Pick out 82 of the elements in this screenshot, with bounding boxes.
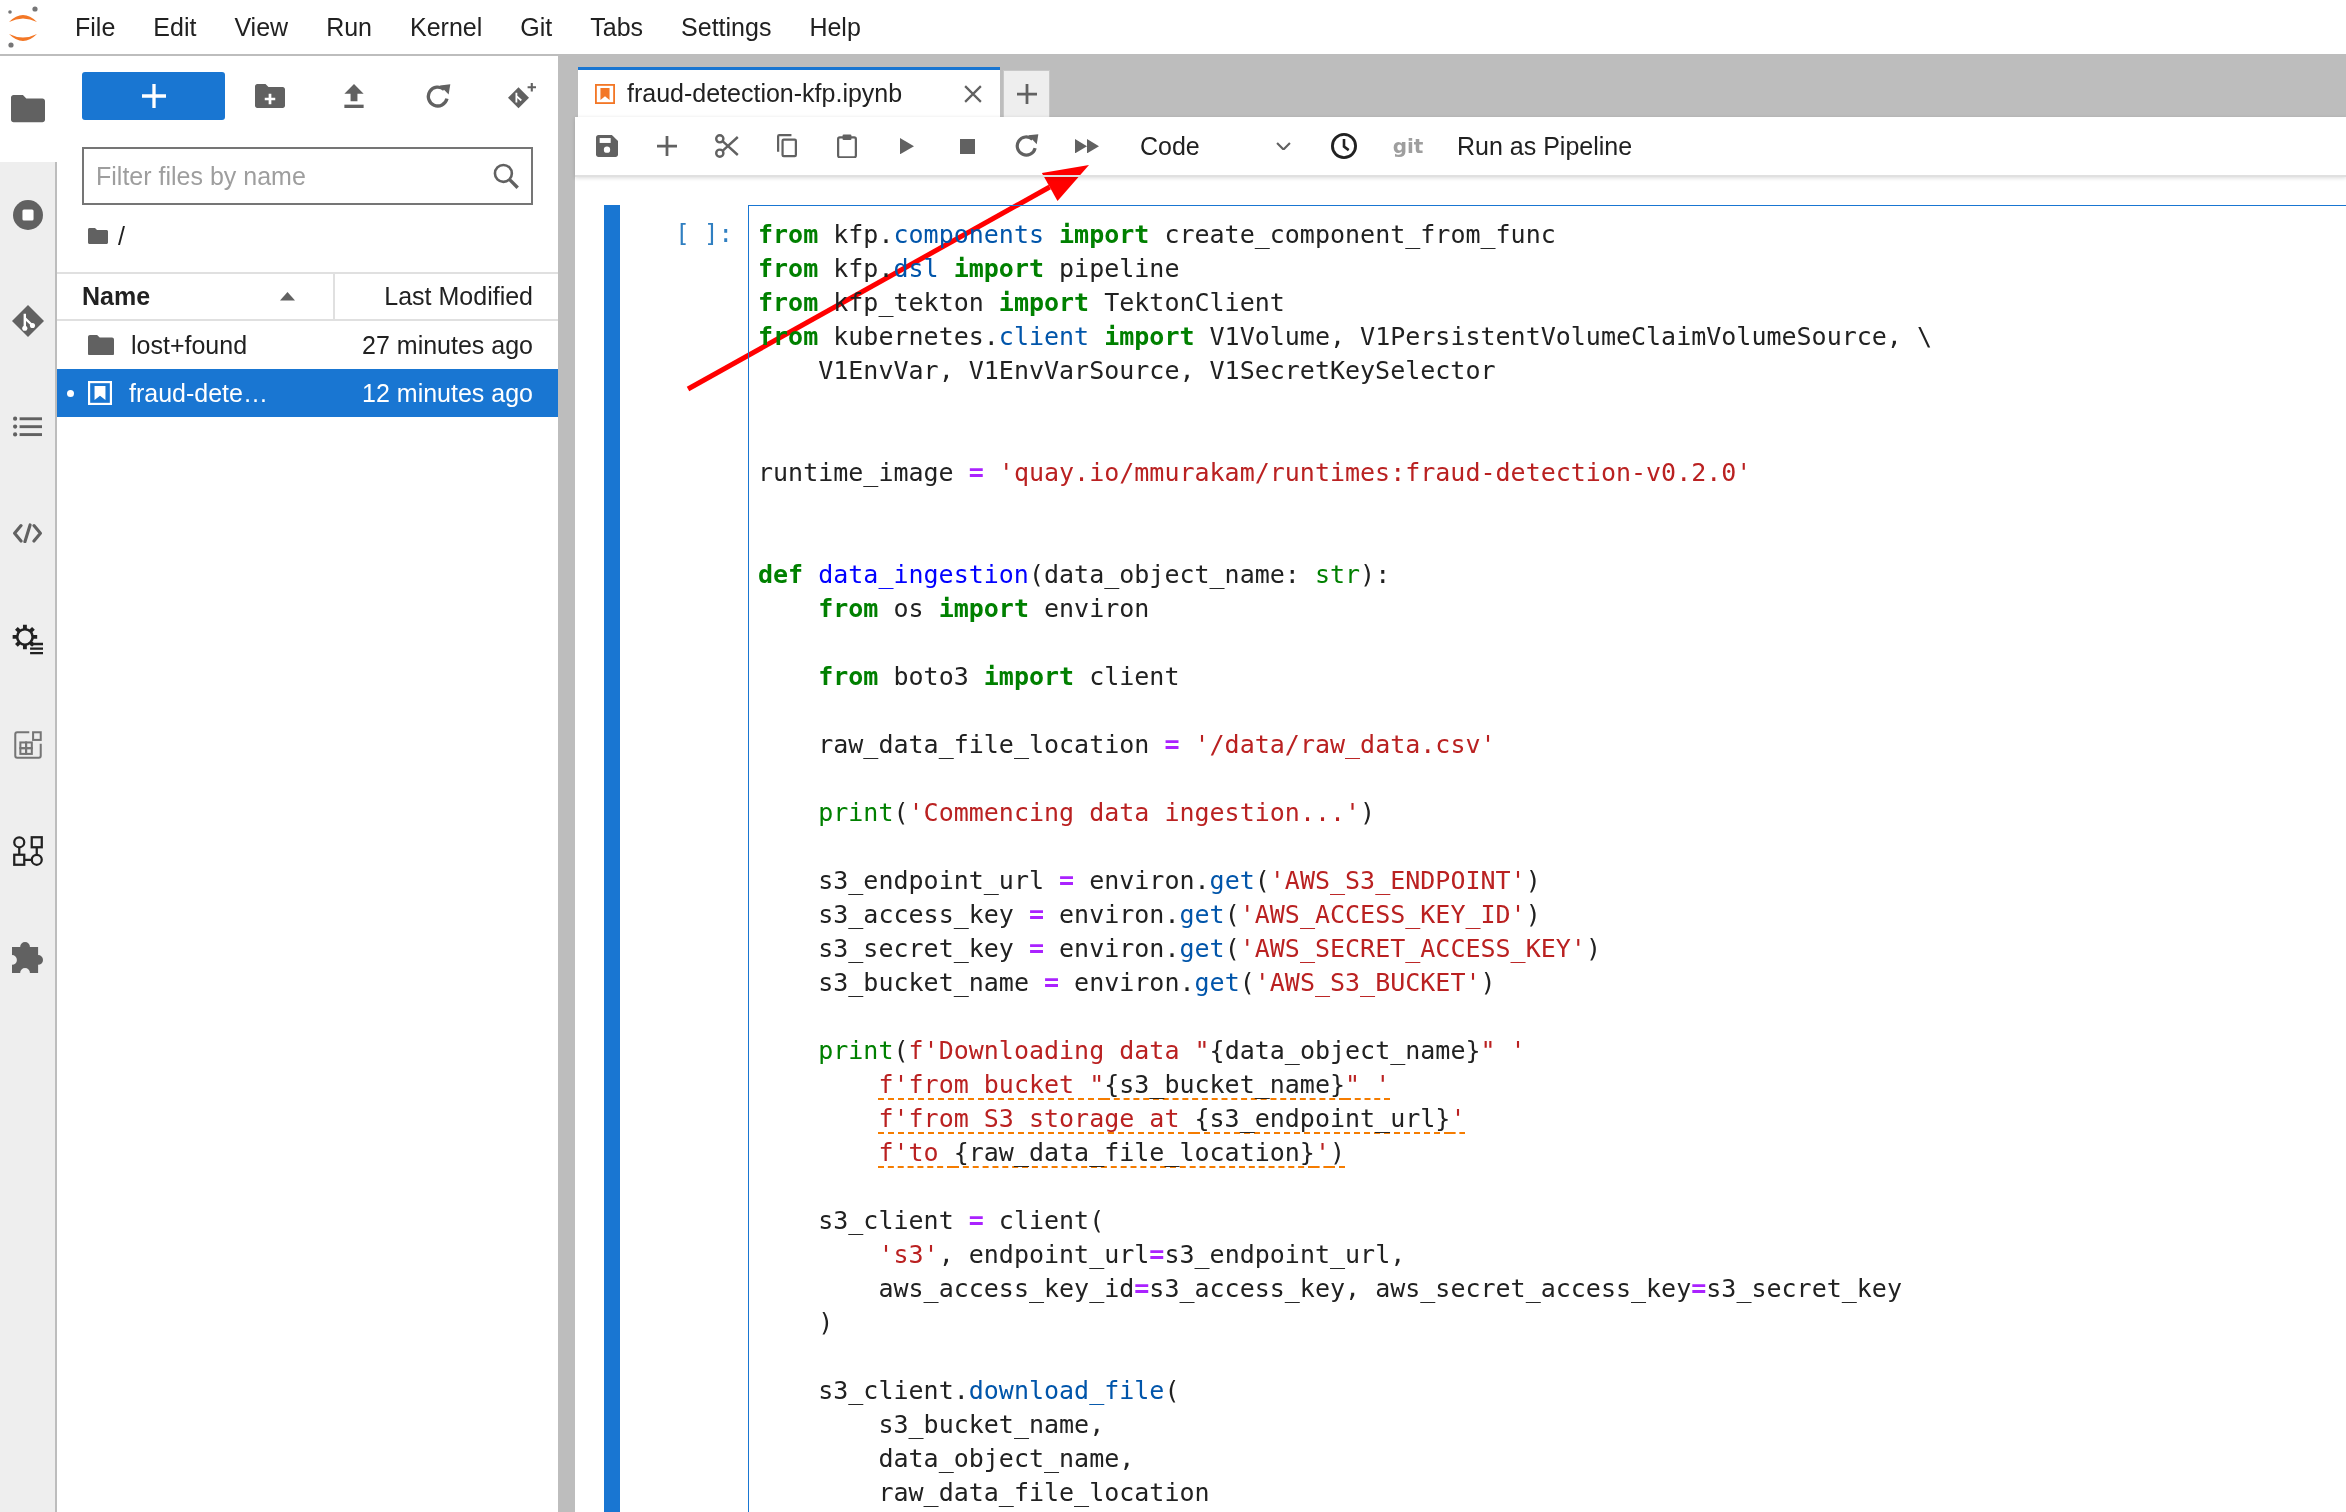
file-row[interactable]: lost+found 27 minutes ago bbox=[57, 321, 558, 369]
menu-item[interactable]: Help bbox=[790, 11, 880, 43]
puzzle-icon bbox=[12, 941, 43, 973]
circular-arrow-icon bbox=[425, 83, 451, 109]
scissors-icon bbox=[715, 134, 739, 158]
close-icon[interactable] bbox=[964, 84, 982, 103]
code-line: ) bbox=[818, 1307, 834, 1339]
folder-icon bbox=[88, 228, 108, 244]
code-line: def data_ingestion(data_object_name: str): bbox=[758, 559, 1391, 591]
code-line: raw_data_file_location = '/data/raw_data.csv' bbox=[818, 729, 1496, 761]
notebook-icon bbox=[88, 381, 112, 405]
new-launcher-button[interactable] bbox=[82, 72, 225, 120]
new-tab-button[interactable] bbox=[1003, 70, 1050, 117]
code-line: s3_endpoint_url = environ.get('AWS_S3_ENDPOINT') bbox=[818, 865, 1541, 897]
code-line: s3_access_key = environ.get('AWS_ACCESS_KEY_ID') bbox=[818, 899, 1541, 931]
file-modified: 12 minutes ago bbox=[362, 378, 533, 408]
chevron-down-icon bbox=[1276, 141, 1291, 151]
menu-item[interactable]: Git bbox=[501, 11, 572, 43]
code-line: 's3', endpoint_url=s3_endpoint_url, bbox=[878, 1239, 1406, 1271]
code-line: s3_client.download_file( bbox=[818, 1375, 1180, 1407]
folder-icon bbox=[88, 334, 114, 356]
notebook-icon bbox=[595, 83, 615, 104]
clipboard-icon bbox=[837, 133, 857, 159]
code-brackets-icon bbox=[12, 522, 43, 544]
menu-item[interactable]: File bbox=[56, 11, 135, 43]
column-header[interactable]: Name bbox=[57, 274, 335, 319]
grid-icon bbox=[13, 731, 42, 759]
code-line: raw_data_file_location bbox=[878, 1477, 1210, 1509]
list-icon bbox=[13, 416, 42, 438]
menu-item[interactable]: View bbox=[215, 11, 308, 43]
code-line: s3_secret_key = environ.get('AWS_SECRET_ACCESS_KEY') bbox=[818, 933, 1601, 965]
file-modified: 27 minutes ago bbox=[362, 330, 533, 360]
code-line: runtime_image = 'quay.io/mmurakam/runtimes:fraud-detection-v0.2.0' bbox=[758, 457, 1752, 489]
code-line: f'from S3 storage at {s3_endpoint_url}' bbox=[878, 1103, 1466, 1135]
diamond-branch-icon bbox=[11, 305, 44, 337]
circular-arrow-icon bbox=[1015, 134, 1039, 158]
code-editor[interactable] bbox=[748, 205, 2346, 1512]
notebook-tab[interactable]: fraud-detection-kfp.ipynb bbox=[578, 67, 1000, 117]
code-line: print(f'Downloading data "{data_object_name}" ' bbox=[818, 1035, 1526, 1067]
code-line: s3_bucket_name, bbox=[878, 1409, 1105, 1441]
search-icon bbox=[493, 163, 519, 189]
nodes-icon bbox=[12, 836, 43, 866]
cell-prompt: [ ]: bbox=[675, 220, 733, 248]
fast-forward-icon bbox=[1075, 138, 1099, 154]
plus-icon bbox=[1016, 84, 1037, 104]
folder-plus-icon bbox=[255, 84, 285, 108]
logo-icon[interactable] bbox=[6, 6, 40, 48]
clock-icon bbox=[1331, 133, 1357, 159]
menu-item[interactable]: Settings bbox=[662, 11, 791, 43]
breadcrumb-link[interactable]: / bbox=[118, 221, 125, 251]
menu-item[interactable]: Edit bbox=[134, 11, 216, 43]
code-line: V1EnvVar, V1EnvVarSource, V1SecretKeySelector bbox=[818, 355, 1496, 387]
plus-icon bbox=[657, 136, 677, 156]
folder-icon bbox=[10, 95, 45, 123]
column-header[interactable]: Last Modified bbox=[335, 274, 558, 319]
stop-circle-icon bbox=[12, 200, 43, 230]
code-line: s3_bucket_name = environ.get('AWS_S3_BUCKET') bbox=[818, 967, 1496, 999]
code-line: s3_client = client( bbox=[818, 1205, 1105, 1237]
menu-item[interactable]: Tabs bbox=[571, 11, 663, 43]
play-icon bbox=[900, 137, 914, 155]
cell-collapser[interactable] bbox=[604, 205, 620, 1512]
code-line: from os import environ bbox=[818, 593, 1150, 625]
menu-item[interactable]: Kernel bbox=[391, 11, 502, 43]
file-name: fraud-dete… bbox=[129, 378, 269, 408]
upload-icon bbox=[343, 83, 365, 109]
gear-list-icon bbox=[12, 623, 43, 655]
code-line: from boto3 import client bbox=[818, 661, 1180, 693]
file-name: lost+found bbox=[131, 330, 249, 360]
code-line: print('Commencing data ingestion...') bbox=[818, 797, 1376, 829]
code-line: aws_access_key_id=s3_access_key, aws_secret_access_key=s3_secret_key bbox=[878, 1273, 1902, 1305]
code-line: f'to {raw_data_file_location}') bbox=[878, 1137, 1346, 1169]
code-line: f'from bucket "{s3_bucket_name}" ' bbox=[878, 1069, 1391, 1101]
run-pipeline-button[interactable]: Run as Pipeline bbox=[1449, 126, 1641, 166]
square-icon bbox=[959, 138, 975, 154]
menu-item[interactable]: Run bbox=[307, 11, 391, 43]
copy-icon bbox=[777, 134, 797, 158]
diamond-plus-icon bbox=[508, 83, 536, 109]
plus-icon bbox=[141, 84, 166, 108]
file-row[interactable]: fraud-dete… 12 minutes ago bbox=[57, 369, 558, 417]
filter-field[interactable]: Filter files by name bbox=[82, 147, 533, 205]
code-line: data_object_name, bbox=[878, 1443, 1135, 1475]
cell-type-dropdown[interactable]: Code bbox=[1130, 126, 1300, 166]
